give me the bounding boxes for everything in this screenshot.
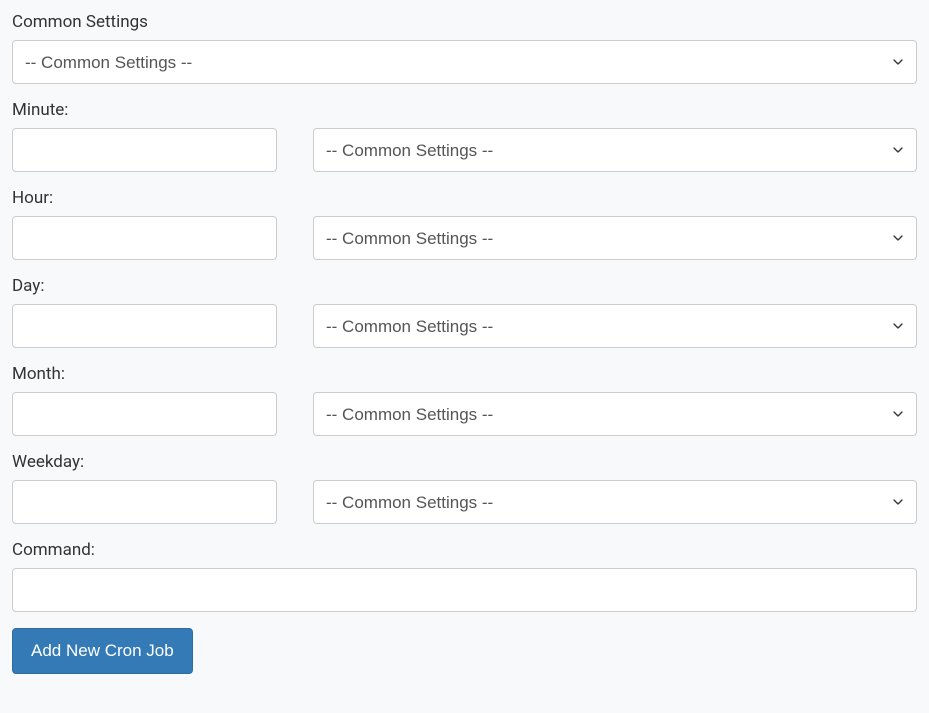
common-settings-select[interactable]: -- Common Settings --: [12, 40, 917, 84]
month-input[interactable]: [12, 392, 277, 436]
weekday-select[interactable]: -- Common Settings --: [313, 480, 917, 524]
day-input[interactable]: [12, 304, 277, 348]
command-label: Command:: [12, 540, 917, 560]
day-label: Day:: [12, 276, 917, 296]
hour-input[interactable]: [12, 216, 277, 260]
add-cron-job-button[interactable]: Add New Cron Job: [12, 628, 193, 674]
day-select[interactable]: -- Common Settings --: [313, 304, 917, 348]
minute-select[interactable]: -- Common Settings --: [313, 128, 917, 172]
minute-input[interactable]: [12, 128, 277, 172]
command-input[interactable]: [12, 568, 917, 612]
minute-label: Minute:: [12, 100, 917, 120]
month-select[interactable]: -- Common Settings --: [313, 392, 917, 436]
common-settings-label: Common Settings: [12, 12, 917, 32]
month-label: Month:: [12, 364, 917, 384]
hour-label: Hour:: [12, 188, 917, 208]
hour-select[interactable]: -- Common Settings --: [313, 216, 917, 260]
weekday-label: Weekday:: [12, 452, 917, 472]
weekday-input[interactable]: [12, 480, 277, 524]
